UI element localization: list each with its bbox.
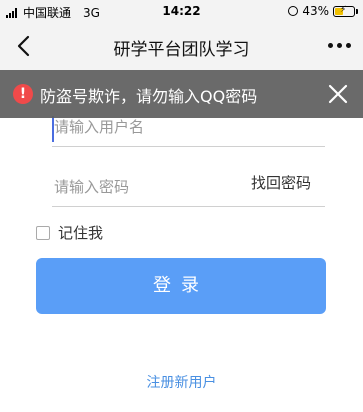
- battery-icon: ⚡: [333, 5, 358, 17]
- password-input[interactable]: 请输入密码 找回密码: [52, 166, 325, 207]
- warning-icon: !: [13, 84, 33, 104]
- close-banner-button[interactable]: [327, 83, 349, 105]
- nav-bar: 研学平台团队学习: [0, 22, 363, 70]
- warning-banner: ! 防盗号欺诈，请勿输入QQ密码: [0, 70, 363, 118]
- register-link[interactable]: 注册新用户: [0, 372, 363, 392]
- remember-me-checkbox[interactable]: [36, 225, 50, 240]
- page-title: 研学平台团队学习: [113, 40, 250, 60]
- status-right: 43% ⚡: [288, 4, 358, 18]
- password-placeholder: 请输入密码: [54, 178, 130, 196]
- remember-me-label: 记住我: [58, 224, 104, 242]
- more-button[interactable]: [328, 43, 351, 48]
- more-dots-icon: [328, 43, 333, 48]
- username-placeholder: 请输入用户名: [54, 118, 145, 136]
- forgot-password-link[interactable]: 找回密码: [251, 172, 311, 193]
- warning-text: 防盗号欺诈，请勿输入QQ密码: [40, 87, 258, 106]
- alarm-icon: [288, 6, 299, 16]
- remember-me-row[interactable]: 记住我: [36, 222, 103, 243]
- close-icon: [328, 84, 348, 104]
- login-button[interactable]: 登录: [36, 258, 326, 314]
- status-bar: 中国联通 3G 14:22 43% ⚡: [0, 0, 363, 22]
- battery-percent: 43%: [302, 4, 329, 18]
